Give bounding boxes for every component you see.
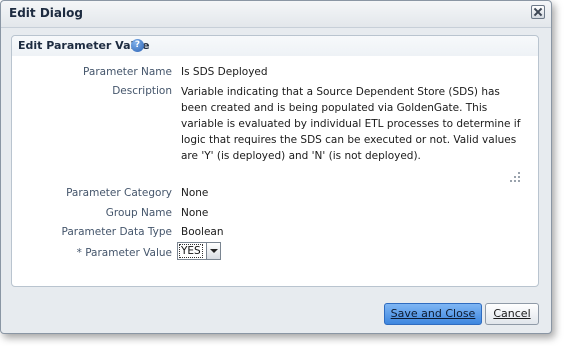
parameter-panel: Edit Parameter Value ? Parameter Name Is… [11,35,539,287]
parameter-value-selected: YES [179,244,203,258]
parameter-category-value: None [181,187,209,199]
parameter-value-select[interactable]: YES [177,242,221,260]
save-and-close-button[interactable]: Save and Close [384,303,482,325]
help-icon[interactable]: ? [131,39,144,52]
dialog-title: Edit Dialog [9,6,83,20]
description-label: Description [112,85,172,97]
parameter-category-label: Parameter Category [66,187,172,199]
parameter-data-type-label: Parameter Data Type [61,226,173,238]
close-icon[interactable] [531,5,545,19]
edit-dialog: Edit Dialog Edit Parameter Value ? Param… [0,0,552,334]
group-name-label: Group Name [105,207,172,219]
parameter-name-label: Parameter Name [83,66,172,78]
dialog-titlebar[interactable]: Edit Dialog [1,1,551,28]
description-text: Variable indicating that a Source Depend… [181,86,521,162]
chevron-down-icon[interactable] [206,243,220,259]
parameter-data-type-value: Boolean [181,226,224,238]
panel-header: Edit Parameter Value ? [12,36,538,56]
cancel-button[interactable]: Cancel [485,303,539,325]
parameter-value-label: * Parameter Value [76,247,172,259]
parameter-name-value: Is SDS Deployed [181,66,268,78]
panel-title: Edit Parameter Value [18,39,150,52]
resize-grip-icon[interactable] [510,172,520,182]
group-name-value: None [181,207,209,219]
